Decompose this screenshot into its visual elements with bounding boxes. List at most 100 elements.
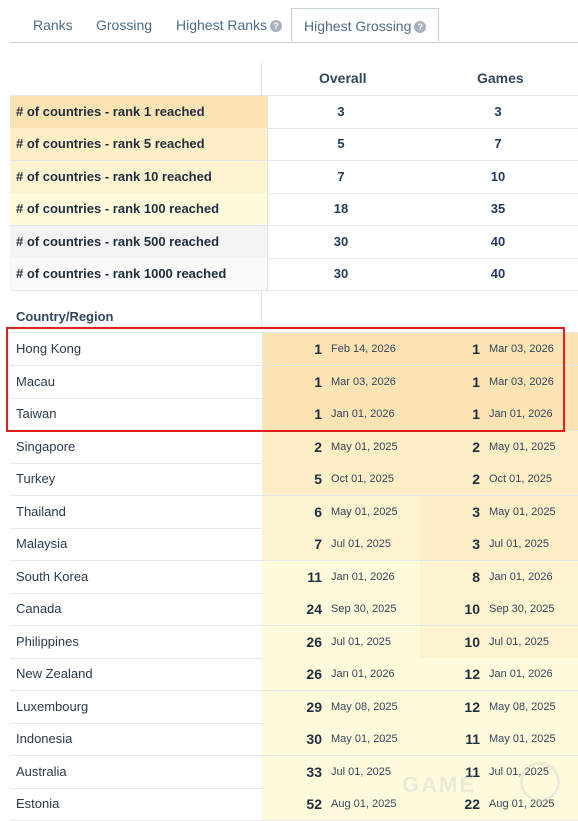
tab-grossing[interactable]: Grossing [96, 8, 152, 42]
country-name: Thailand [16, 504, 66, 519]
tab-highest-ranks[interactable]: Highest Ranks? [176, 8, 283, 42]
overall-rank: 33 [306, 764, 322, 780]
overall-cell: 1 Feb 14, 2026 [262, 333, 420, 365]
overall-rank: 1 [314, 406, 322, 422]
overall-rank: 29 [306, 699, 322, 715]
country-row[interactable]: Indonesia 30 May 01, 2025 11 May 01, 2025 [10, 723, 578, 756]
overall-date: Feb 14, 2026 [331, 343, 396, 355]
summary-row: # of countries - rank 500 reached 30 40 [10, 226, 578, 259]
summary-label: # of countries - rank 1 reached [10, 96, 268, 128]
summary-overall-value: 30 [333, 266, 349, 281]
country-row[interactable]: Hong Kong 1 Feb 14, 2026 1 Mar 03, 2026 [10, 333, 578, 366]
tab-label: Grossing [96, 17, 153, 33]
country-row[interactable]: Canada 24 Sep 30, 2025 10 Sep 30, 2025 [10, 593, 578, 626]
summary-row: # of countries - rank 1 reached 3 3 [10, 96, 578, 129]
overall-cell: 33 Jul 01, 2025 [262, 756, 420, 788]
games-cell: 12 Jan 01, 2026 [420, 658, 578, 690]
games-date: May 01, 2025 [489, 733, 556, 745]
summary-row: # of countries - rank 1000 reached 30 40 [10, 258, 578, 291]
summary-label: # of countries - rank 5 reached [10, 128, 268, 160]
table-rule [10, 332, 578, 333]
country-name: Indonesia [16, 731, 73, 746]
country-row[interactable]: Macau 1 Mar 03, 2026 1 Mar 03, 2026 [10, 366, 578, 399]
watermark-circle-icon [520, 762, 560, 802]
overall-date: Jul 01, 2025 [331, 538, 391, 550]
country-row[interactable]: Turkey 5 Oct 01, 2025 2 Oct 01, 2025 [10, 463, 578, 496]
overall-rank: 1 [314, 341, 322, 357]
summary-overall-value: 30 [333, 234, 349, 249]
overall-date: May 01, 2025 [331, 506, 398, 518]
summary-games-value: 3 [494, 104, 502, 119]
country-row[interactable]: Luxembourg 29 May 08, 2025 12 May 08, 2025 [10, 691, 578, 724]
country-name: Macau [16, 374, 56, 389]
overall-cell: 26 Jul 01, 2025 [262, 626, 420, 658]
country-name: Canada [16, 601, 62, 616]
overall-rank: 26 [306, 634, 322, 650]
country-name: South Korea [16, 569, 89, 584]
column-header-overall: Overall [319, 70, 367, 86]
country-name: Turkey [16, 471, 56, 486]
games-date: Mar 03, 2026 [489, 343, 554, 355]
summary-games-value: 10 [490, 169, 506, 184]
games-cell: 3 May 01, 2025 [420, 496, 578, 528]
summary-games-value: 7 [494, 136, 502, 151]
overall-cell: 24 Sep 30, 2025 [262, 593, 420, 625]
country-row[interactable]: Singapore 2 May 01, 2025 2 May 01, 2025 [10, 431, 578, 464]
games-rank: 2 [472, 439, 480, 455]
games-rank: 3 [472, 504, 480, 520]
country-row[interactable]: South Korea 11 Jan 01, 2026 8 Jan 01, 2026 [10, 561, 578, 594]
tab-highest-grossing[interactable]: Highest Grossing? [291, 8, 440, 42]
overall-cell: 1 Mar 03, 2026 [262, 366, 420, 398]
country-name: Philippines [16, 634, 79, 649]
overall-cell: 1 Jan 01, 2026 [262, 398, 420, 430]
help-icon[interactable]: ? [414, 21, 427, 33]
games-date: Oct 01, 2025 [489, 473, 552, 485]
country-row[interactable]: Thailand 6 May 01, 2025 3 May 01, 2025 [10, 496, 578, 529]
country-name: New Zealand [16, 666, 93, 681]
overall-rank: 1 [314, 374, 322, 390]
country-row[interactable]: New Zealand 26 Jan 01, 2026 12 Jan 01, 2026 [10, 658, 578, 691]
country-row[interactable]: Philippines 26 Jul 01, 2025 10 Jul 01, 2025 [10, 626, 578, 659]
games-cell: 8 Jan 01, 2026 [420, 561, 578, 593]
games-cell: 11 May 01, 2025 [420, 723, 578, 755]
summary-games-value: 35 [490, 201, 506, 216]
overall-cell: 6 May 01, 2025 [262, 496, 420, 528]
tab-ranks[interactable]: Ranks [33, 8, 73, 42]
games-rank: 10 [464, 634, 480, 650]
games-rank: 12 [464, 699, 480, 715]
summary-row: # of countries - rank 10 reached 7 10 [10, 161, 578, 194]
overall-date: Mar 03, 2026 [331, 376, 396, 388]
games-date: Jul 01, 2025 [489, 538, 549, 550]
games-rank: 10 [464, 601, 480, 617]
games-rank: 3 [472, 536, 480, 552]
country-name: Luxembourg [16, 699, 89, 714]
games-date: May 01, 2025 [489, 441, 556, 453]
overall-cell: 2 May 01, 2025 [262, 431, 420, 463]
country-name: Estonia [16, 796, 60, 811]
header-divider [261, 62, 262, 96]
overall-date: May 01, 2025 [331, 733, 398, 745]
overall-cell: 30 May 01, 2025 [262, 723, 420, 755]
games-cell: 1 Mar 03, 2026 [420, 333, 578, 365]
country-name: Hong Kong [16, 341, 82, 356]
overall-rank: 24 [306, 601, 322, 617]
country-name: Australia [16, 764, 67, 779]
summary-games-value: 40 [490, 266, 506, 281]
games-date: Jul 01, 2025 [489, 636, 549, 648]
overall-date: Jul 01, 2025 [331, 766, 391, 778]
summary-label: # of countries - rank 1000 reached [10, 258, 268, 290]
help-icon[interactable]: ? [270, 20, 283, 32]
country-row[interactable]: Malaysia 7 Jul 01, 2025 3 Jul 01, 2025 [10, 528, 578, 561]
country-name: Malaysia [16, 536, 68, 551]
games-date: Mar 03, 2026 [489, 376, 554, 388]
games-cell: 3 Jul 01, 2025 [420, 528, 578, 560]
section-label: Country/Region [16, 309, 114, 324]
overall-rank: 26 [306, 666, 322, 682]
watermark-text: GAME [402, 772, 476, 797]
watermark-logo: GAME [402, 758, 562, 810]
games-rank: 1 [472, 341, 480, 357]
summary-overall-value: 5 [337, 136, 345, 151]
country-row[interactable]: Taiwan 1 Jan 01, 2026 1 Jan 01, 2026 [10, 398, 578, 431]
games-rank: 11 [465, 731, 480, 747]
overall-rank: 52 [306, 796, 322, 812]
